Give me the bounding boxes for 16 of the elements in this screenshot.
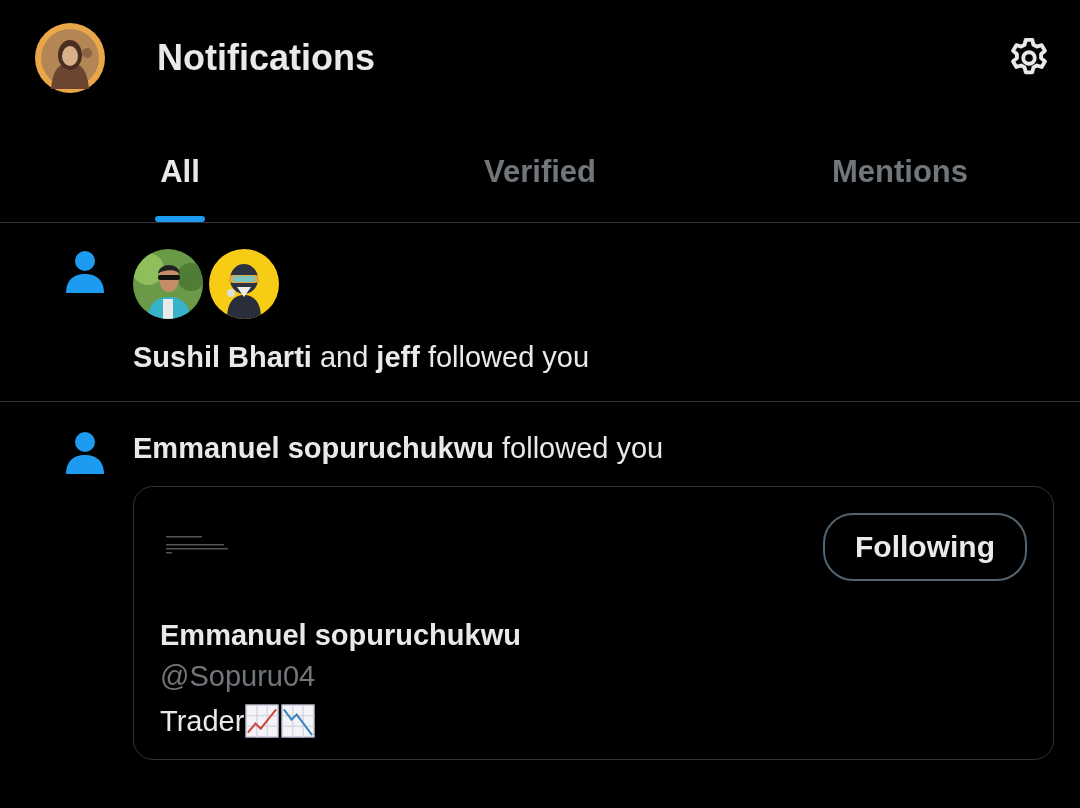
profile-bio: Trader [160, 704, 245, 738]
person-icon [65, 249, 105, 293]
tab[interactable]: Verified [360, 115, 720, 222]
following-button[interactable]: Following [823, 513, 1027, 581]
notification-text: Sushil Bharti and jeff followed you [133, 340, 591, 375]
profile-card[interactable]: Following Emmanuel sopuruchukwu @Sopuru04 Trader [133, 486, 1054, 760]
profile-handle: @Sopuru04 [160, 660, 317, 693]
chart-up-icon [244, 703, 281, 739]
profile-name: Emmanuel sopuruchukwu [160, 619, 522, 652]
page-title: Notifications [157, 36, 376, 79]
chart-down-icon [280, 703, 317, 739]
profile-avatar[interactable] [35, 22, 105, 93]
tab[interactable]: All [0, 115, 360, 222]
tab[interactable]: Mentions [720, 115, 1080, 222]
notification-text: Emmanuel sopuruchukwu followed you [133, 431, 665, 466]
person-icon [65, 430, 105, 474]
